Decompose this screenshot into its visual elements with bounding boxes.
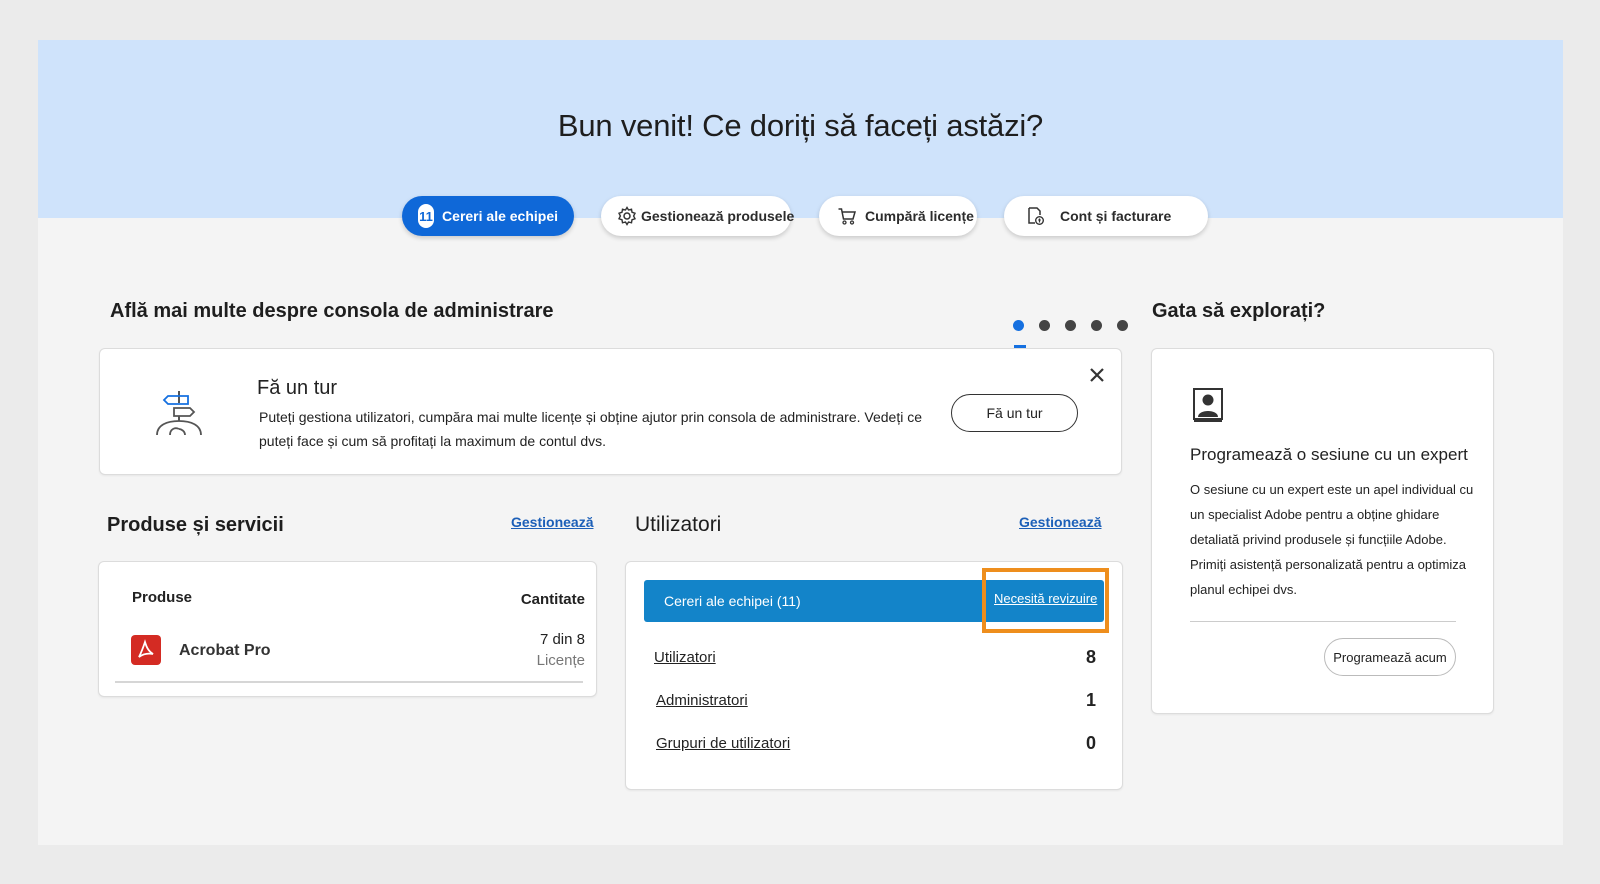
admin-console-page: Bun venit! Ce doriți să faceți astăzi? 1… — [38, 40, 1563, 845]
tab-team-requests[interactable]: 11 Cereri ale echipei — [402, 196, 574, 236]
list-item[interactable]: Utilizatori 8 — [626, 647, 1122, 673]
users-row-value: 8 — [1085, 647, 1096, 667]
tab-label: Cereri ale echipei — [442, 208, 558, 224]
tour-title: Fă un tur — [257, 377, 338, 399]
products-manage-link[interactable]: Gestionează — [511, 514, 593, 530]
tab-label: Gestionează produsele — [641, 208, 795, 224]
carousel-dot-4[interactable] — [1091, 320, 1102, 331]
product-quantity: 7 din 8 — [539, 631, 585, 648]
carousel-dot-3[interactable] — [1065, 320, 1076, 331]
divider — [115, 681, 583, 683]
carousel-dot-2[interactable] — [1039, 320, 1050, 331]
tab-label: Cumpără licențe — [865, 208, 974, 224]
carousel-dot-1[interactable] — [1013, 320, 1024, 331]
admins-row-value: 1 — [1085, 690, 1096, 710]
tab-label: Cont și facturare — [1060, 208, 1172, 224]
tab-manage-products[interactable]: Gestionează produsele — [601, 196, 795, 236]
product-name: Acrobat Pro — [179, 642, 271, 659]
review-link[interactable]: Necesită revizuire — [994, 591, 1097, 606]
close-icon[interactable] — [1086, 364, 1108, 386]
list-item[interactable]: Grupuri de utilizatori 0 — [626, 733, 1122, 759]
tab-account-billing[interactable]: Cont și facturare — [1004, 196, 1208, 236]
list-item[interactable]: Administratori 1 — [626, 690, 1122, 716]
tour-card: Fă un tur Puteți gestiona utilizatori, c… — [99, 348, 1122, 475]
products-heading: Produse și servicii — [107, 514, 284, 536]
gear-icon — [617, 205, 637, 227]
user-groups-row-label[interactable]: Grupuri de utilizatori — [656, 735, 790, 752]
product-unit: Licențe — [536, 652, 585, 669]
users-row-label[interactable]: Utilizatori — [654, 649, 716, 666]
team-requests-label: Cereri ale echipei (11) — [664, 593, 801, 609]
expert-portrait-icon — [1192, 387, 1224, 428]
carousel-dot-5[interactable] — [1117, 320, 1128, 331]
carousel-dots — [1013, 320, 1128, 331]
cart-icon — [837, 205, 857, 227]
table-row[interactable]: Acrobat Pro 7 din 8 Licențe — [99, 627, 596, 682]
expert-session-card: Programează o sesiune cu un expert O ses… — [1151, 348, 1494, 714]
column-header-quantity: Cantitate — [520, 591, 585, 608]
users-heading: Utilizatori — [635, 513, 722, 536]
tour-description: Puteți gestiona utilizatori, cumpăra mai… — [259, 409, 923, 449]
learn-heading: Află mai multe despre consola de adminis… — [110, 300, 554, 322]
divider — [1190, 621, 1456, 622]
explore-heading: Gata să explorați? — [1152, 300, 1326, 322]
billing-document-icon — [1024, 205, 1046, 227]
acrobat-icon — [131, 635, 161, 665]
schedule-now-button[interactable]: Programează acum — [1324, 638, 1456, 676]
column-header-products: Produse — [132, 589, 193, 606]
user-groups-row-value: 0 — [1085, 733, 1096, 753]
admins-row-label[interactable]: Administratori — [656, 692, 748, 709]
tab-buy-licenses[interactable]: Cumpără licențe — [819, 196, 977, 236]
products-card: Produse Cantitate Acrobat Pro 7 din 8 Li… — [98, 561, 597, 697]
users-manage-link[interactable]: Gestionează — [1019, 514, 1101, 530]
page-title: Bun venit! Ce doriți să faceți astăzi? — [557, 108, 1044, 143]
request-count-badge: 11 — [418, 204, 435, 228]
take-tour-button[interactable]: Fă un tur — [951, 394, 1078, 432]
signpost-icon — [152, 387, 206, 444]
expert-card-text: O sesiune cu un expert este un apel indi… — [1190, 482, 1474, 597]
users-card: Cereri ale echipei (11) Necesită revizui… — [625, 561, 1123, 790]
expert-card-title: Programează o sesiune cu un expert — [1190, 445, 1468, 464]
